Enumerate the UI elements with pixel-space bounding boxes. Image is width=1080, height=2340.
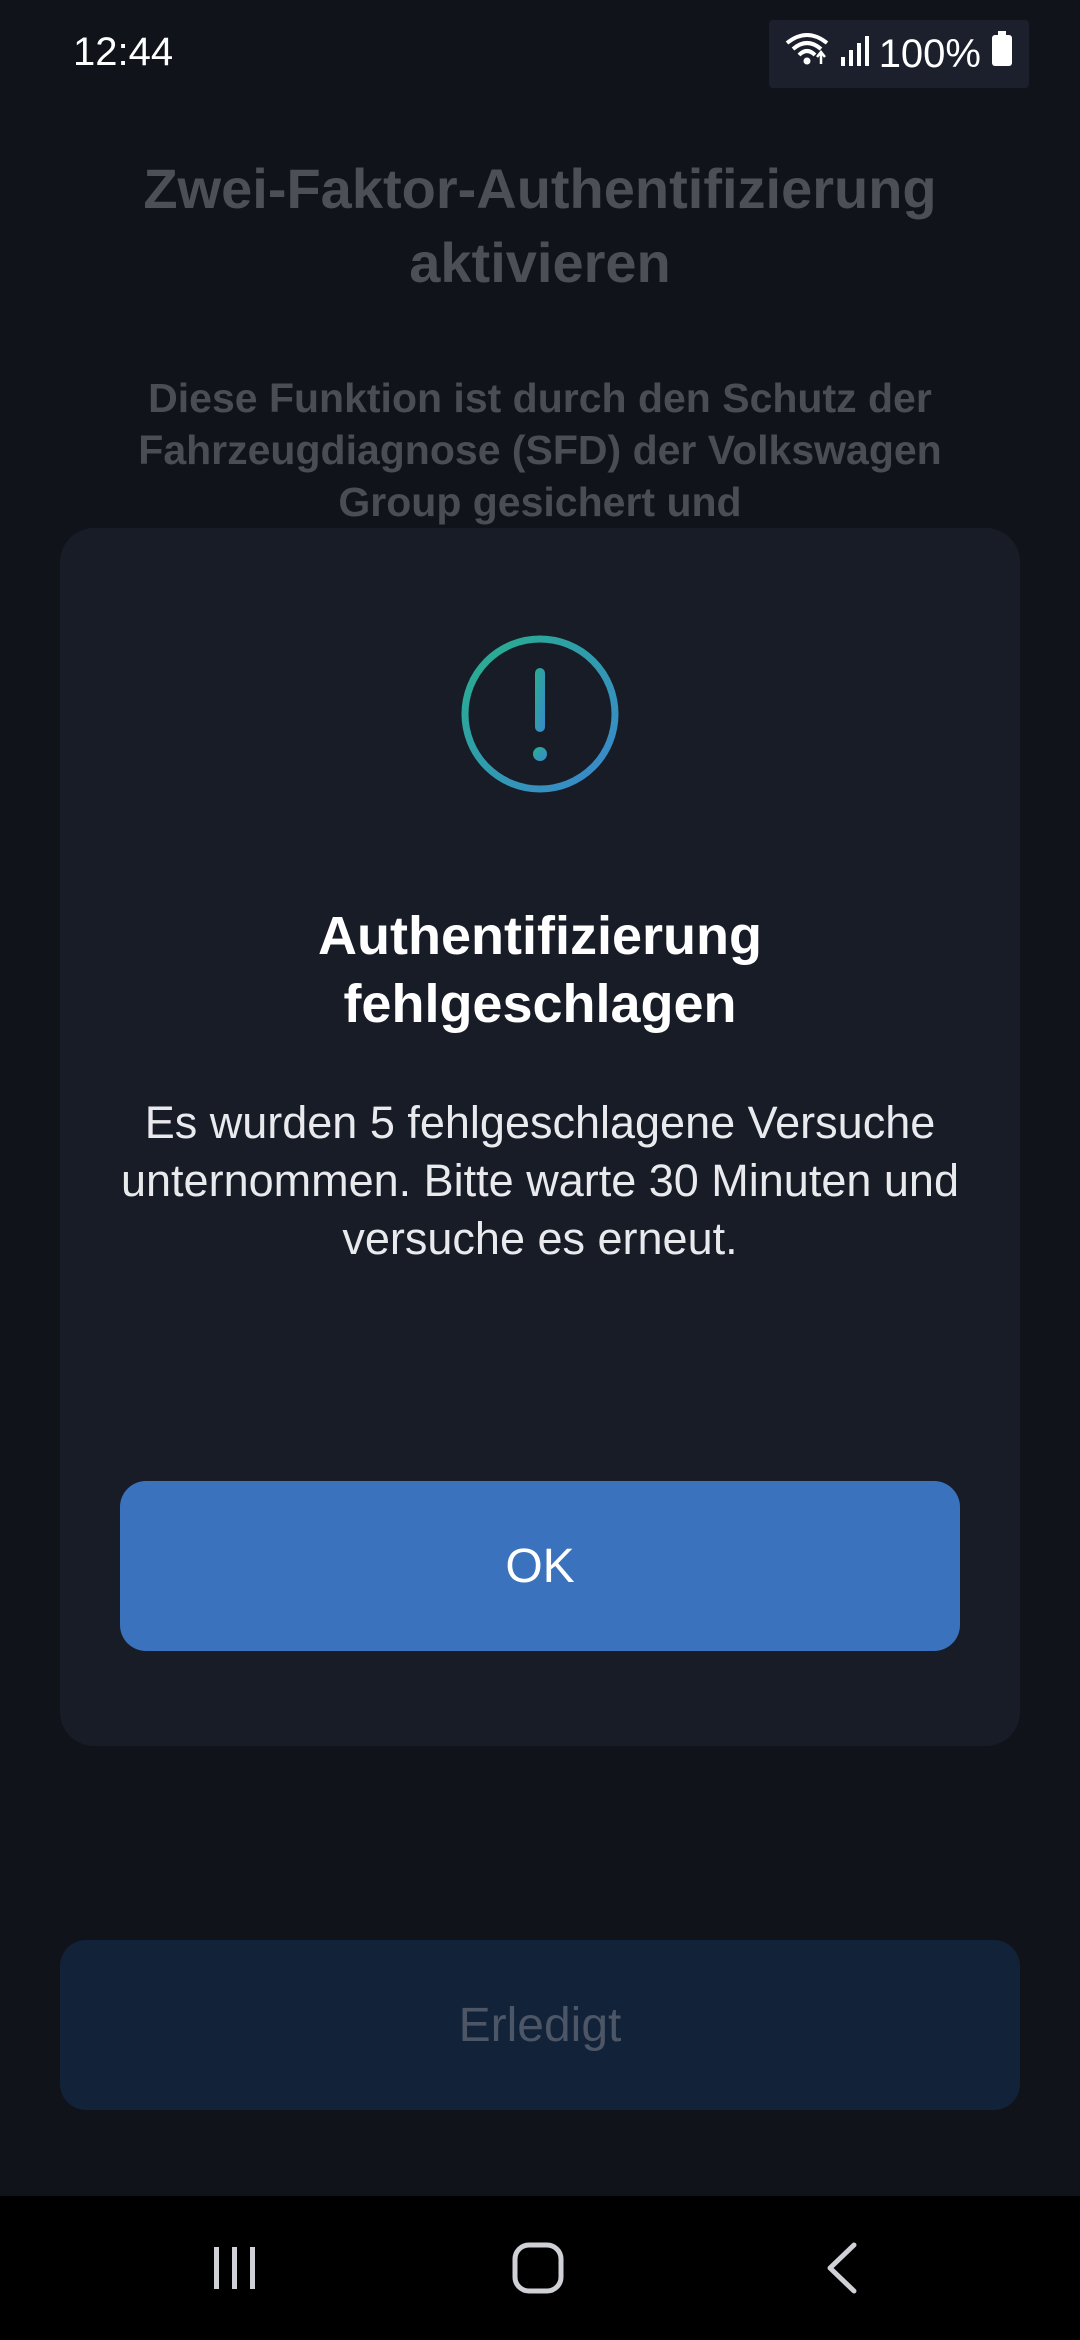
navigation-bar [0, 2196, 1080, 2340]
alert-icon [458, 632, 622, 796]
status-indicators: 100% [768, 20, 1029, 88]
error-dialog: Authentifizierung fehlgeschlagen Es wurd… [60, 528, 1020, 1746]
dialog-message: Es wurden 5 fehlgeschlagene Versuche unt… [121, 1097, 959, 1264]
dialog-title: Authentifizierung fehlgeschlagen [318, 906, 762, 1034]
ok-button[interactable]: OK [120, 1481, 960, 1651]
status-time: 12:44 [73, 30, 174, 74]
done-button: Erledigt [60, 1940, 1020, 2110]
battery-level: 100% [878, 31, 981, 76]
wifi-icon [785, 31, 829, 77]
back-icon[interactable] [762, 2196, 922, 2340]
home-icon[interactable] [458, 2196, 618, 2340]
screen: 12:44 100% Zwei-Faktor-Authentifizierung… [0, 0, 1080, 2340]
signal-icon [839, 32, 869, 77]
page-title: Zwei-Faktor-Authentifizierung aktivieren [143, 157, 937, 294]
page-description: Diese Funktion ist durch den Schutz der … [138, 375, 942, 525]
status-bar: 12:44 100% [0, 0, 1080, 110]
recent-apps-icon[interactable] [155, 2196, 315, 2340]
battery-icon [991, 31, 1013, 77]
